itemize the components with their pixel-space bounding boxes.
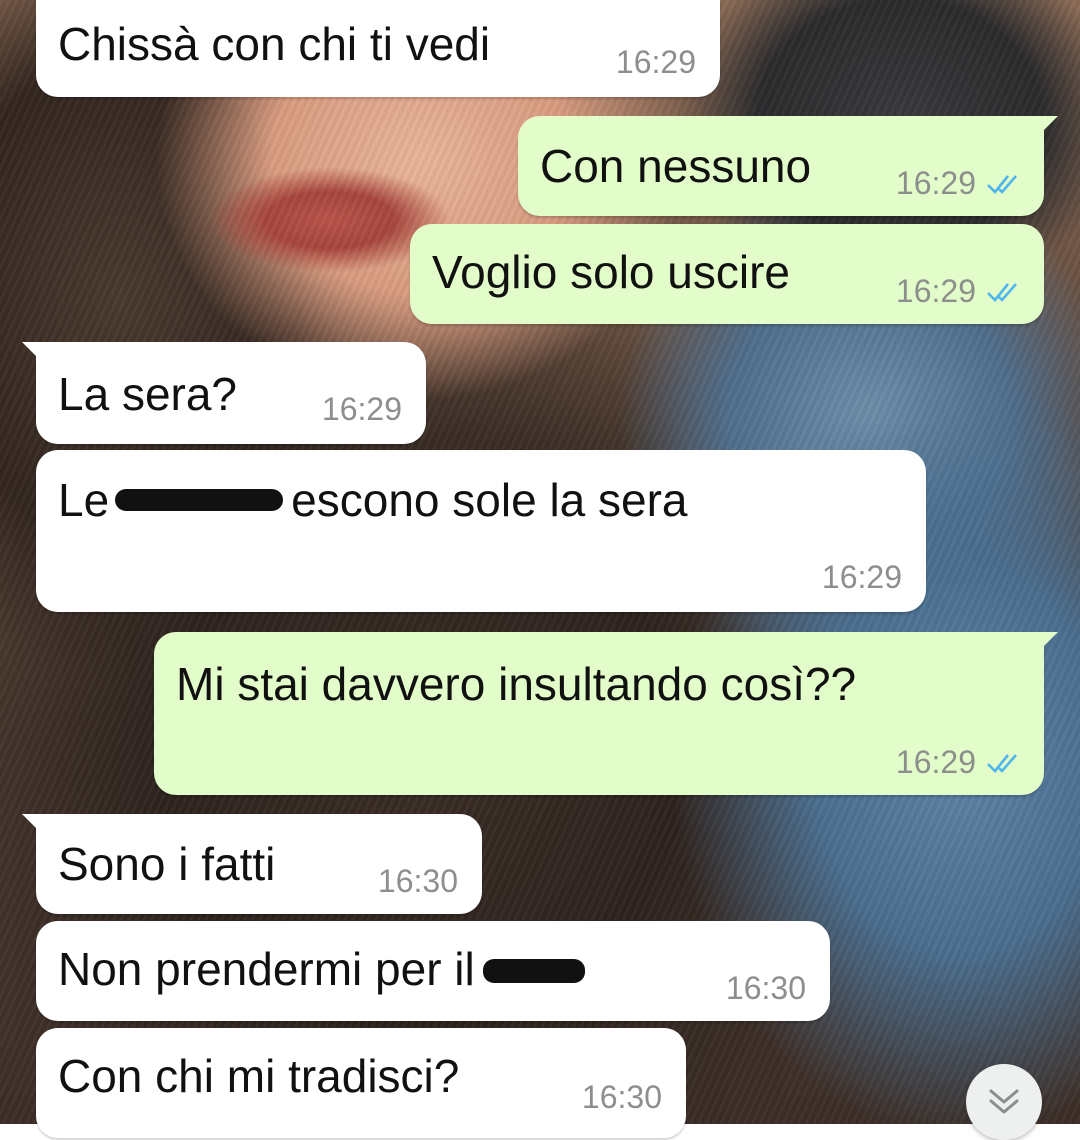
message-time: 16:30 [725, 970, 806, 1006]
redaction-mark [115, 488, 284, 511]
message-text: Voglio solo uscire [432, 246, 790, 298]
redaction-mark [482, 958, 585, 983]
message-text: Non prendermi per il [58, 939, 585, 999]
message-time: 16:29 [896, 165, 1024, 202]
message-text: Con nessuno [540, 140, 812, 192]
double-check-icon [987, 174, 1017, 194]
double-check-icon [987, 282, 1017, 302]
message-incoming[interactable]: Le escono sole la sera 16:29 [36, 450, 926, 612]
message-text: La sera? [58, 368, 238, 420]
message-time: 16:29 [321, 391, 402, 427]
message-incoming[interactable]: La sera? 16:29 [22, 342, 426, 444]
message-incoming[interactable]: Non prendermi per il 16:30 [36, 921, 830, 1021]
message-incoming[interactable]: Con chi mi tradisci? 16:30 [36, 1028, 686, 1138]
message-text: Sono i fatti [58, 838, 276, 890]
message-time: 16:29 [821, 559, 902, 595]
chevron-double-down-icon [989, 1089, 1019, 1114]
message-time: 16:30 [581, 1079, 662, 1115]
message-incoming[interactable]: Chissà con chi ti vedi 16:29 [36, 0, 720, 97]
message-text: Con chi mi tradisci? [58, 1050, 460, 1102]
message-time: 16:30 [377, 863, 458, 899]
message-text: Le escono sole la sera [58, 474, 688, 526]
message-time: 16:29 [896, 744, 1024, 781]
message-outgoing[interactable]: Con nessuno 16:29 [518, 116, 1058, 216]
message-outgoing[interactable]: Voglio solo uscire 16:29 [410, 224, 1044, 324]
message-time: 16:29 [896, 273, 1024, 310]
double-check-icon [987, 753, 1017, 773]
message-time: 16:29 [615, 44, 696, 80]
scroll-to-bottom-button[interactable] [966, 1064, 1042, 1140]
message-text: Mi stai davvero insultando così?? [176, 658, 857, 710]
message-outgoing[interactable]: Mi stai davvero insultando così?? 16:29 [154, 632, 1058, 795]
message-text: Chissà con chi ti vedi [58, 18, 491, 70]
message-incoming[interactable]: Sono i fatti 16:30 [22, 814, 482, 914]
